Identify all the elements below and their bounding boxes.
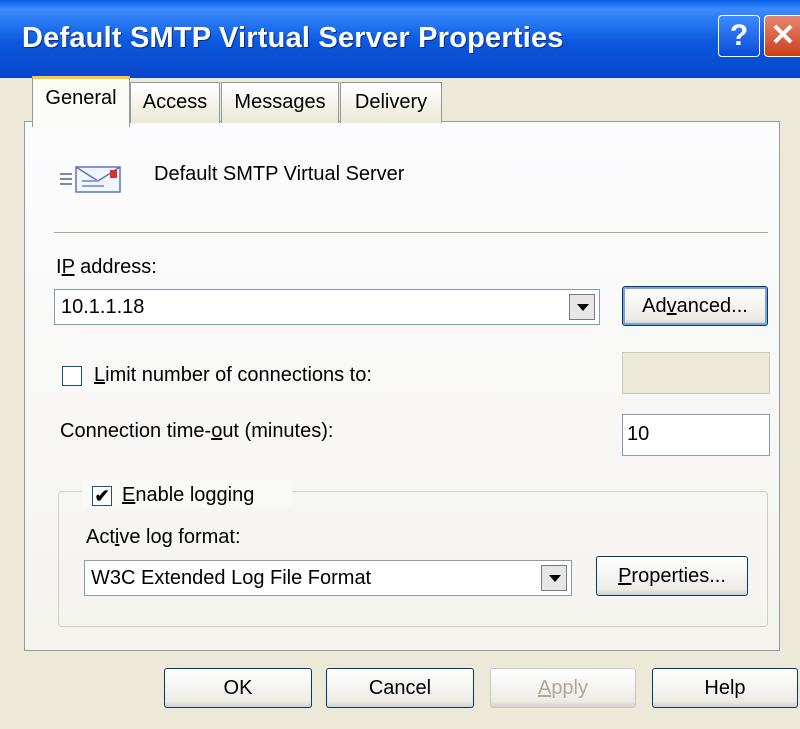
ip-address-label: IP address: [56,256,157,278]
enable-logging-label: Enable logging [122,484,255,506]
tab-general[interactable]: General [32,76,130,127]
ip-address-select[interactable]: 10.1.1.18 [54,289,600,325]
enable-logging-checkbox[interactable]: ✔ [92,486,112,506]
server-name: Default SMTP Virtual Server [154,163,405,185]
advanced-button[interactable]: Advanced... [622,286,768,326]
tab-access[interactable]: Access [130,82,220,123]
ip-address-value: 10.1.1.18 [61,296,145,318]
mail-server-icon [60,166,121,193]
ok-button[interactable]: OK [164,668,312,708]
log-format-value: W3C Extended Log File Format [91,567,372,589]
tab-delivery[interactable]: Delivery [340,82,442,123]
properties-button[interactable]: Properties... [596,556,748,596]
timeout-label: Connection time-out (minutes): [60,420,334,442]
timeout-input[interactable]: 10 [622,414,770,456]
log-format-select[interactable]: W3C Extended Log File Format [84,560,572,596]
timeout-value: 10 [627,423,650,445]
window-title: Default SMTP Virtual Server Properties [22,22,564,54]
chevron-down-icon[interactable] [569,294,595,320]
close-icon[interactable]: ✕ [764,15,800,57]
limit-connections-checkbox[interactable] [62,366,82,386]
chevron-down-icon[interactable] [541,565,567,591]
separator [54,232,768,234]
help-icon[interactable]: ? [718,15,760,57]
tab-messages[interactable]: Messages [221,82,339,123]
apply-button[interactable]: Apply [490,668,636,708]
limit-connections-input[interactable] [622,352,770,394]
help-button[interactable]: Help [652,668,798,708]
title-bar[interactable]: Default SMTP Virtual Server Properties ?… [0,0,800,78]
limit-connections-label: Limit number of connections to: [94,364,372,386]
log-format-label: Active log format: [86,526,241,548]
cancel-button[interactable]: Cancel [326,668,474,708]
